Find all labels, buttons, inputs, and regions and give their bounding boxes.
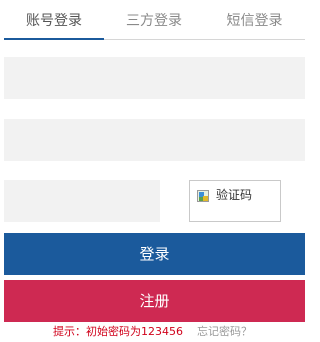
tab-sms-login[interactable]: 短信登录 (204, 0, 305, 40)
tab-third-party-login[interactable]: 三方登录 (104, 0, 204, 40)
captcha-image[interactable]: 验证码 (189, 180, 281, 222)
captcha-input[interactable] (4, 180, 160, 222)
login-button[interactable]: 登录 (4, 233, 305, 275)
active-tab-indicator (4, 38, 104, 40)
broken-image-icon (197, 190, 209, 202)
password-hint: 提示：初始密码为123456 (53, 325, 183, 338)
captcha-alt-text: 验证码 (216, 188, 253, 202)
username-input[interactable] (4, 57, 305, 99)
forgot-password-link[interactable]: 忘记密码？ (197, 325, 252, 338)
password-input[interactable] (4, 119, 305, 161)
register-button[interactable]: 注册 (4, 280, 305, 322)
footer-row: 提示：初始密码为123456 忘记密码？ (0, 323, 305, 341)
login-tabs: 账号登录 三方登录 短信登录 (4, 0, 305, 40)
login-panel: 账号登录 三方登录 短信登录 验证码 登录 注册 提示：初始密码为123456 忘… (0, 0, 305, 342)
tab-account-login[interactable]: 账号登录 (4, 0, 104, 40)
